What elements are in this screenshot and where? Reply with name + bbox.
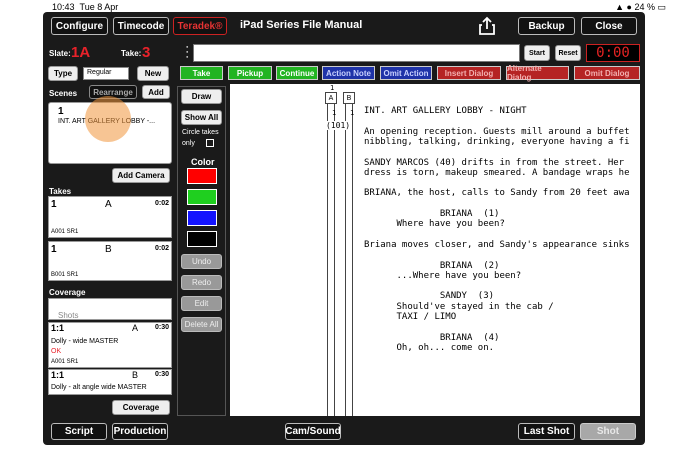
script-line: nibbling, talking, drinking, everyone ha… (364, 136, 630, 147)
script-page[interactable]: 1 A B 1 (101) 1 INT. ART GALLERY LOBBY -… (230, 84, 640, 416)
take-button[interactable]: Take (180, 66, 223, 80)
color-label: Color (191, 157, 215, 167)
camera-a-range: (101) (326, 121, 351, 130)
script-line: SANDY MARCOS (40) drifts in from the str… (364, 157, 625, 168)
scene-number: 1 (58, 106, 64, 117)
color-swatch[interactable] (187, 168, 217, 184)
close-button[interactable]: Close (581, 17, 637, 35)
undo-button[interactable]: Undo (181, 254, 222, 269)
camera-a-number: 1 (332, 109, 337, 117)
circle-takes-label: Circle takes (182, 129, 219, 136)
pickup-button[interactable]: Pickup (228, 66, 272, 80)
takes-label: Takes (49, 187, 72, 196)
share-icon[interactable] (478, 16, 496, 36)
timer-display: 0:00 (586, 44, 640, 62)
color-swatch[interactable] (187, 231, 217, 247)
script-line: INT. ART GALLERY LOBBY - NIGHT (364, 106, 527, 116)
script-line: Should've stayed in the cab / (364, 301, 554, 312)
edit-button[interactable]: Edit (181, 296, 222, 311)
camera-a-line[interactable] (327, 92, 335, 416)
coverage-card[interactable]: 1:1 B 0:30 Dolly - alt angle wide MASTER (48, 369, 172, 395)
script-line: BRIANA, the host, calls to Sandy from 20… (364, 188, 630, 199)
script-line: dress is torn, makeup smeared. A bandage… (364, 167, 630, 178)
take-value[interactable]: 3 (142, 44, 150, 61)
coverage-card[interactable]: 1:1 A 0:30 Dolly - wide MASTER OK A001 SR1 (48, 322, 172, 368)
script-line: BRIANA (1) (364, 209, 500, 219)
continue-button[interactable]: Continue (276, 66, 318, 80)
page-title: iPad Series File Manual (240, 19, 363, 31)
add-scene-button[interactable]: Add (142, 85, 170, 99)
take-card[interactable]: 1 B 0:02 B001 SR1 (48, 241, 172, 281)
note-input[interactable] (193, 44, 520, 62)
delete-all-button[interactable]: Delete All (181, 317, 222, 332)
top-mark: 1 (330, 84, 335, 92)
only-label: only (182, 140, 195, 147)
script-line: Oh, oh... come on. (364, 342, 495, 353)
type-button[interactable]: Type (48, 66, 78, 81)
screen: 10:43 Tue 8 Apr ▲ ● 24 % ▭ Configure Tim… (0, 0, 688, 451)
shots-field[interactable]: Shots (48, 298, 172, 320)
omit-dialog-button[interactable]: Omit Dialog (574, 66, 640, 80)
status-time: 10:43 Tue 8 Apr (52, 2, 119, 12)
cam-sound-tab-button[interactable]: Cam/Sound (285, 423, 341, 440)
backup-button[interactable]: Backup (518, 17, 575, 35)
script-tab-button[interactable]: Script (51, 423, 107, 440)
color-swatch[interactable] (187, 210, 217, 226)
take-card[interactable]: 1 A 0:02 A001 SR1 (48, 196, 172, 238)
script-line: BRIANA (4) (364, 332, 500, 343)
circle-takes-checkbox[interactable] (206, 139, 214, 147)
slate-label: Slate: (49, 49, 71, 58)
take-label: Take: (121, 49, 142, 58)
color-swatch[interactable] (187, 189, 217, 205)
coverage-label: Coverage (49, 288, 86, 297)
shot-button[interactable]: Shot (580, 423, 636, 440)
insert-dialog-button[interactable]: Insert Dialog (437, 66, 501, 80)
script-line: Where have you been? (364, 219, 505, 230)
touch-highlight (85, 96, 131, 142)
omit-action-button[interactable]: Omit Action (380, 66, 432, 80)
production-tab-button[interactable]: Production (112, 423, 168, 440)
last-shot-button[interactable]: Last Shot (518, 423, 575, 440)
add-camera-button[interactable]: Add Camera (112, 168, 170, 183)
timecode-button[interactable]: Timecode (113, 17, 169, 35)
action-note-button[interactable]: Action Note (322, 66, 375, 80)
camera-a-header[interactable]: A (325, 92, 337, 104)
draw-button[interactable]: Draw (181, 89, 222, 104)
script-line: BRIANA (2) (364, 260, 500, 271)
redo-button[interactable]: Redo (181, 275, 222, 290)
slate-value[interactable]: 1A (71, 44, 90, 61)
script-line: SANDY (3) (364, 291, 495, 302)
scenes-label: Scenes (49, 89, 78, 98)
new-button[interactable]: New (137, 66, 169, 81)
alternate-dialog-button[interactable]: Alternate Dialog (506, 64, 569, 82)
configure-button[interactable]: Configure (51, 17, 108, 35)
camera-b-header[interactable]: B (343, 92, 355, 104)
script-line: ...Where have you been? (364, 270, 522, 281)
show-all-button[interactable]: Show All (181, 110, 222, 125)
camera-b-line[interactable] (345, 92, 353, 416)
start-button[interactable]: Start (524, 45, 550, 61)
script-line: An opening reception. Guests mill around… (364, 126, 630, 137)
type-field[interactable]: Regular (83, 67, 129, 80)
coverage-button[interactable]: Coverage (112, 400, 170, 415)
script-line: Briana moves closer, and Sandy's appeara… (364, 239, 630, 250)
camera-b-number: 1 (350, 109, 355, 117)
script-line: TAXI / LIMO (364, 312, 457, 322)
teradek-button[interactable]: Teradek® (173, 17, 227, 35)
reset-button[interactable]: Reset (555, 45, 581, 61)
